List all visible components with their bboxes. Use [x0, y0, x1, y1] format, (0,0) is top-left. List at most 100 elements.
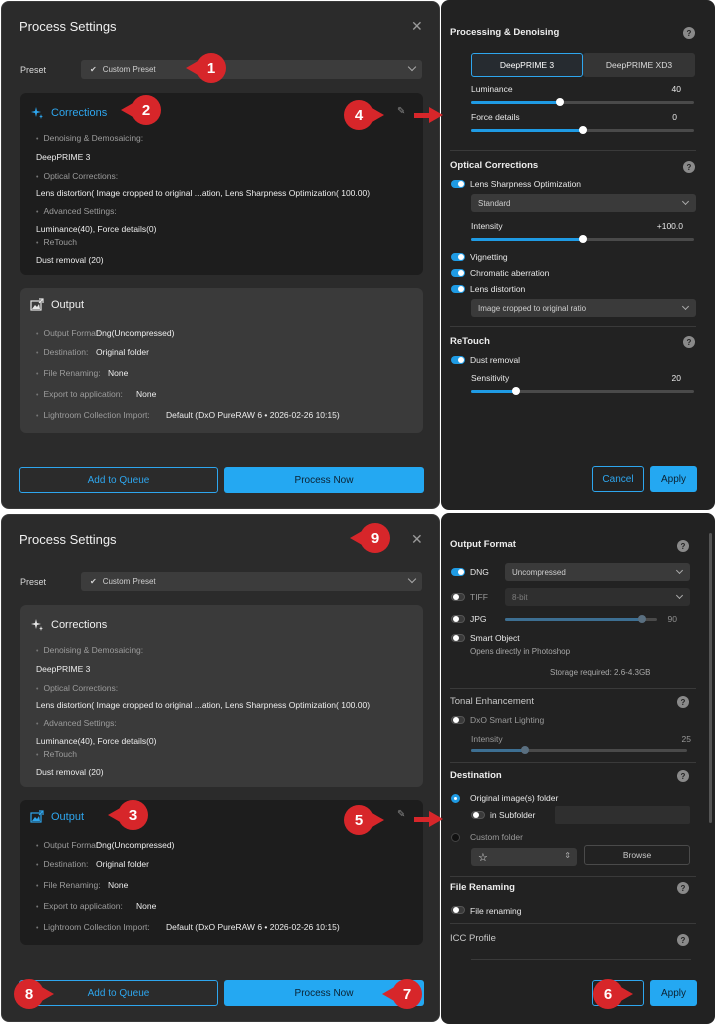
- corrections-card[interactable]: Corrections Denoising & Demosaicing: Dee…: [20, 605, 423, 787]
- subfolder-input[interactable]: [555, 806, 690, 824]
- subfolder-toggle[interactable]: [471, 811, 485, 819]
- corrections-title-text: Corrections: [51, 107, 108, 119]
- jpg-quality-fill: [505, 618, 642, 621]
- dng-label: DNG: [470, 567, 489, 577]
- divider: [471, 959, 691, 960]
- divider: [450, 876, 696, 877]
- image-export-icon: [29, 297, 45, 313]
- cancel-button[interactable]: Cancel: [592, 466, 644, 492]
- dng-toggle[interactable]: [451, 568, 465, 576]
- scrollbar[interactable]: [709, 533, 712, 823]
- chevron-down-icon: [681, 197, 690, 206]
- chevron-down-icon: [675, 566, 684, 575]
- jpg-quality-value: 90: [667, 614, 677, 624]
- help-icon[interactable]: ?: [677, 934, 689, 946]
- folder-favorites-select[interactable]: ☆ ⇕: [471, 848, 577, 866]
- destination-value: Original folder: [96, 347, 149, 357]
- advanced-label: Advanced Settings:: [36, 718, 116, 728]
- sharpness-mode-select[interactable]: Standard: [471, 194, 696, 212]
- luminance-label: Luminance: [471, 84, 513, 94]
- apply-button[interactable]: Apply: [650, 466, 697, 492]
- help-icon[interactable]: ?: [683, 336, 695, 348]
- help-icon[interactable]: ?: [677, 696, 689, 708]
- smart-object-sub: Opens directly in Photoshop: [470, 647, 571, 656]
- add-to-queue-button[interactable]: Add to Queue: [19, 467, 218, 493]
- chromatic-toggle[interactable]: [451, 269, 465, 277]
- check-icon: ✔: [90, 577, 97, 586]
- jpg-quality-knob[interactable]: [637, 615, 646, 623]
- sensitivity-knob[interactable]: [511, 387, 520, 395]
- denoising-label: Denoising & Demosaicing:: [36, 133, 143, 143]
- help-icon[interactable]: ?: [683, 27, 695, 39]
- preset-select[interactable]: ✔ Custom Preset: [81, 572, 422, 591]
- custom-folder-radio[interactable]: [451, 833, 460, 842]
- corrections-title-text: Corrections: [51, 619, 108, 631]
- denoising-label: Denoising & Demosaicing:: [36, 645, 143, 655]
- retouch-value: Dust removal (20): [36, 255, 104, 265]
- output-title: Output: [29, 809, 84, 825]
- luminance-knob[interactable]: [556, 98, 565, 106]
- luminance-value: 40: [671, 84, 681, 94]
- output-title-text: Output: [51, 811, 85, 823]
- intensity-knob[interactable]: [578, 235, 587, 243]
- file-renaming-toggle[interactable]: [451, 906, 465, 914]
- smart-object-label: Smart Object: [470, 633, 520, 643]
- retouch-label: ReTouch: [36, 237, 77, 247]
- help-icon[interactable]: ?: [677, 882, 689, 894]
- dust-removal-toggle[interactable]: [451, 356, 465, 364]
- denoising-value: DeepPRIME 3: [36, 152, 91, 162]
- dng-mode-value: Uncompressed: [512, 567, 566, 577]
- sensitivity-slider[interactable]: [471, 387, 694, 395]
- help-icon[interactable]: ?: [677, 770, 689, 782]
- renaming-label: File Renaming:: [36, 368, 100, 378]
- edit-output-pencil-icon[interactable]: ✎: [397, 809, 405, 820]
- lens-distortion-toggle[interactable]: [451, 285, 465, 293]
- star-icon: ☆: [478, 851, 488, 864]
- dialog-title: Process Settings: [19, 19, 117, 34]
- icc-title: ICC Profile: [450, 933, 496, 944]
- file-renaming-title: File Renaming: [450, 882, 515, 893]
- help-icon[interactable]: ?: [683, 161, 695, 173]
- jpg-toggle[interactable]: [451, 615, 465, 623]
- lens-distortion-label: Lens distortion: [470, 284, 526, 294]
- force-details-knob[interactable]: [578, 126, 587, 134]
- corrections-settings-panel: Processing & Denoising ? DeepPRIME 3 Dee…: [441, 0, 715, 510]
- tonal-intensity-slider[interactable]: [471, 746, 687, 754]
- apply-button[interactable]: Apply: [650, 980, 697, 1006]
- tonal-intensity-knob[interactable]: [521, 746, 529, 754]
- output-card[interactable]: Output Output Format: Dng(Uncompressed) …: [20, 288, 423, 433]
- close-icon[interactable]: ✕: [411, 18, 423, 35]
- browse-button[interactable]: Browse: [584, 845, 690, 865]
- deepprimexd3-segment[interactable]: DeepPRIME XD3: [583, 53, 695, 77]
- renaming-label: File Renaming:: [36, 880, 100, 890]
- distortion-mode-select[interactable]: Image cropped to original ratio: [471, 299, 696, 317]
- close-icon[interactable]: ✕: [411, 531, 423, 548]
- force-details-label: Force details: [471, 112, 520, 122]
- edit-corrections-pencil-icon[interactable]: ✎: [397, 106, 405, 117]
- force-details-slider[interactable]: [471, 126, 694, 134]
- original-folder-radio[interactable]: [451, 794, 460, 803]
- preset-select[interactable]: ✔ Custom Preset: [81, 60, 422, 79]
- chevron-down-icon: [681, 302, 690, 311]
- process-now-button[interactable]: Process Now: [224, 467, 424, 493]
- smart-object-toggle[interactable]: [451, 634, 465, 642]
- preset-label: Preset: [20, 577, 47, 587]
- annotation-arrow-4: [414, 107, 443, 123]
- dust-removal-label: Dust removal: [470, 355, 521, 365]
- sensitivity-label: Sensitivity: [471, 373, 510, 383]
- tiff-toggle[interactable]: [451, 593, 465, 601]
- help-icon[interactable]: ?: [677, 540, 689, 552]
- intensity-slider[interactable]: [471, 235, 694, 243]
- annotation-badge-8: 8: [14, 979, 54, 1009]
- luminance-slider[interactable]: [471, 98, 694, 106]
- deepprime3-segment[interactable]: DeepPRIME 3: [471, 53, 583, 77]
- lens-sharpness-toggle[interactable]: [451, 180, 465, 188]
- lightroom-value: Default (DxO PureRAW 6 • 2026-02-26 10:1…: [166, 410, 340, 420]
- smart-lighting-toggle[interactable]: [451, 716, 465, 724]
- dng-mode-select[interactable]: Uncompressed: [505, 563, 690, 581]
- preset-label: Preset: [20, 65, 47, 75]
- corrections-title: Corrections: [29, 105, 107, 121]
- vignetting-toggle[interactable]: [451, 253, 465, 261]
- jpg-quality-slider[interactable]: [505, 615, 657, 623]
- tiff-mode-select[interactable]: 8-bit: [505, 588, 690, 606]
